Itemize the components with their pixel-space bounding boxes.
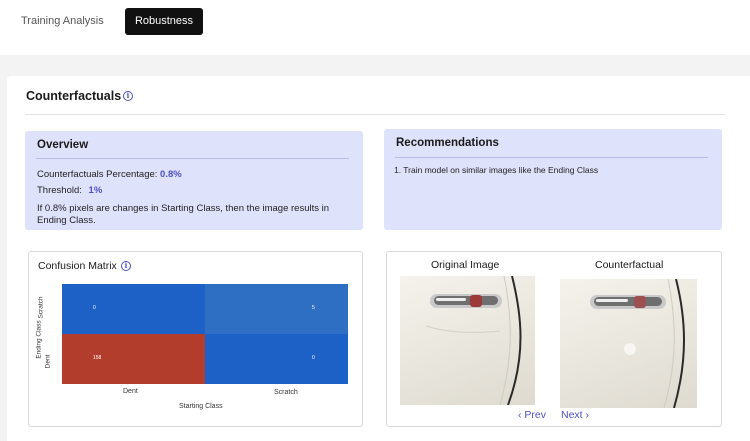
original-image: [400, 276, 535, 405]
recommendations-divider: [395, 157, 708, 158]
overview-divider: [36, 158, 349, 159]
section-title: Counterfactuals: [26, 89, 122, 103]
original-image-label: Original Image: [431, 259, 500, 271]
overview-panel: Overview Counterfactuals Percentage: 0.8…: [25, 131, 363, 230]
y-axis-label: Ending Class: [35, 320, 43, 359]
heatmap-cell: 158: [62, 334, 205, 384]
x-axis-label: Starting Class: [179, 403, 223, 410]
overview-title: Overview: [37, 139, 89, 151]
threshold-row: Threshold: 1%: [37, 185, 102, 196]
info-icon[interactable]: i: [121, 261, 131, 271]
percentage-row: Counterfactuals Percentage: 0.8%: [37, 169, 182, 180]
heatmap-cell-value: 5: [312, 305, 315, 311]
percentage-value: 0.8%: [160, 169, 182, 180]
recommendations-panel: Recommendations 1. Train model on simila…: [384, 129, 722, 230]
chevron-right-icon: ›: [585, 409, 590, 421]
heatmap-cell: 0: [62, 284, 205, 334]
info-icon[interactable]: i: [123, 91, 133, 101]
x-tick-scratch: Scratch: [274, 389, 298, 396]
counterfactual-image-label: Counterfactual: [595, 259, 664, 271]
recommendation-item: 1. Train model on similar images like th…: [394, 165, 599, 175]
heatmap-cell-value: 158: [93, 355, 102, 361]
y-tick-scratch: Scratch: [37, 296, 45, 319]
x-tick-dent: Dent: [123, 388, 138, 395]
next-button[interactable]: Next ›: [561, 409, 589, 421]
section-divider: [25, 114, 725, 115]
confusion-matrix-title: Confusion Matrix: [38, 260, 117, 272]
counterfactual-viewer-box: Original Image Counterfactual ‹ Prev Nex…: [386, 251, 722, 427]
overview-description: If 0.8% pixels are changes in Starting C…: [37, 203, 330, 226]
chevron-left-icon: ‹: [518, 409, 522, 421]
top-tab-bar: Training Analysis Robustness: [0, 0, 750, 55]
confusion-matrix-box: Confusion Matrix i 0 5 158 0 Scratch Dent E…: [28, 251, 363, 427]
y-tick-dent: Dent: [44, 354, 52, 369]
heatmap-cell-value: 0: [93, 305, 96, 311]
prev-label: Prev: [524, 409, 547, 421]
recommendations-title: Recommendations: [396, 137, 499, 149]
heatmap-cell-value: 0: [312, 355, 315, 361]
percentage-label: Counterfactuals Percentage:: [37, 169, 158, 180]
threshold-label: Threshold:: [37, 185, 82, 196]
next-label: Next: [561, 409, 583, 421]
prev-button[interactable]: ‹ Prev: [518, 409, 546, 421]
heatmap-cell: 5: [205, 284, 348, 334]
tab-robustness[interactable]: Robustness: [125, 8, 203, 35]
counterfactual-image: [560, 279, 697, 408]
threshold-value: 1%: [88, 185, 103, 196]
tab-training-analysis[interactable]: Training Analysis: [21, 8, 104, 35]
heatmap-cell: 0: [205, 334, 348, 384]
